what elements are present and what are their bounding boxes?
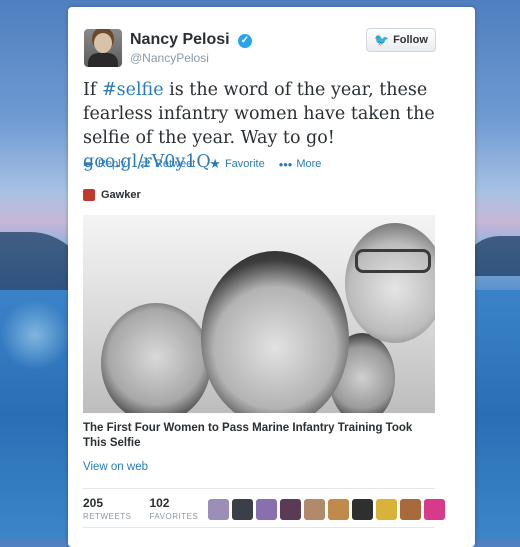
photo-person-2 xyxy=(201,251,349,413)
favoriter-avatar-2[interactable] xyxy=(232,499,253,520)
retweet-icon: ⇄ xyxy=(140,156,151,171)
source-name: Gawker xyxy=(101,189,141,201)
reply-icon: ➦ xyxy=(83,156,94,171)
favorites-stat[interactable]: 102 FAVORITES xyxy=(149,496,198,521)
card-source[interactable]: Gawker xyxy=(83,189,141,201)
favorite-label: Favorite xyxy=(224,158,265,170)
stats-divider-bottom xyxy=(83,527,435,528)
favoriter-avatar-7[interactable] xyxy=(352,499,373,520)
favoriter-avatar-8[interactable] xyxy=(376,499,397,520)
favoriters-avatars xyxy=(208,499,445,520)
reply-label: Reply xyxy=(97,158,127,170)
favoriter-avatar-10[interactable] xyxy=(424,499,445,520)
verified-badge-icon: ✓ xyxy=(238,34,252,48)
photo-glasses xyxy=(355,249,431,273)
avatar-body xyxy=(88,53,118,67)
twitter-bird-icon: 🐦 xyxy=(374,33,390,47)
background-glow xyxy=(0,300,70,370)
card-headline[interactable]: The First Four Women to Pass Marine Infa… xyxy=(83,421,435,451)
tweet-actions: ➦ Reply ⇄ Retweet ★ Favorite ••• More xyxy=(83,156,321,172)
author-avatar[interactable] xyxy=(84,29,122,67)
photo-person-1 xyxy=(101,303,211,413)
stats-divider-top xyxy=(83,488,435,489)
favoriter-avatar-3[interactable] xyxy=(256,499,277,520)
favoriter-avatar-6[interactable] xyxy=(328,499,349,520)
tweet-text-start: If xyxy=(83,80,102,100)
tweet-card: Nancy Pelosi ✓ @NancyPelosi 🐦 Follow If … xyxy=(68,7,475,547)
retweet-action[interactable]: ⇄ Retweet xyxy=(140,156,195,172)
author-handle[interactable]: @NancyPelosi xyxy=(130,51,209,65)
favoriter-avatar-5[interactable] xyxy=(304,499,325,520)
more-label: More xyxy=(296,158,322,170)
more-action[interactable]: ••• More xyxy=(279,156,322,172)
follow-button-label: Follow xyxy=(393,34,428,46)
favoriter-avatar-4[interactable] xyxy=(280,499,301,520)
gawker-logo-icon xyxy=(83,189,95,201)
follow-button[interactable]: 🐦 Follow xyxy=(366,28,436,52)
favorites-count: 102 xyxy=(149,496,170,510)
reply-action[interactable]: ➦ Reply xyxy=(83,156,126,172)
more-icon: ••• xyxy=(278,156,293,172)
hashtag-link[interactable]: #selfie xyxy=(102,80,164,100)
favorites-label: FAVORITES xyxy=(149,512,199,521)
view-on-web-link[interactable]: View on web xyxy=(83,461,148,473)
card-photo[interactable] xyxy=(83,215,435,413)
star-icon: ★ xyxy=(209,156,221,171)
favoriter-avatar-1[interactable] xyxy=(208,499,229,520)
avatar-head xyxy=(94,33,112,53)
retweets-count: 205 xyxy=(83,496,104,510)
author-name[interactable]: Nancy Pelosi xyxy=(130,31,230,49)
favoriter-avatar-9[interactable] xyxy=(400,499,421,520)
retweet-label: Retweet xyxy=(154,158,196,170)
photo-person-3 xyxy=(345,223,435,343)
retweets-stat[interactable]: 205 RETWEETS xyxy=(83,496,131,521)
retweets-label: RETWEETS xyxy=(83,512,132,521)
favorite-action[interactable]: ★ Favorite xyxy=(209,156,264,172)
tweet-stats: 205 RETWEETS 102 FAVORITES xyxy=(83,496,198,521)
